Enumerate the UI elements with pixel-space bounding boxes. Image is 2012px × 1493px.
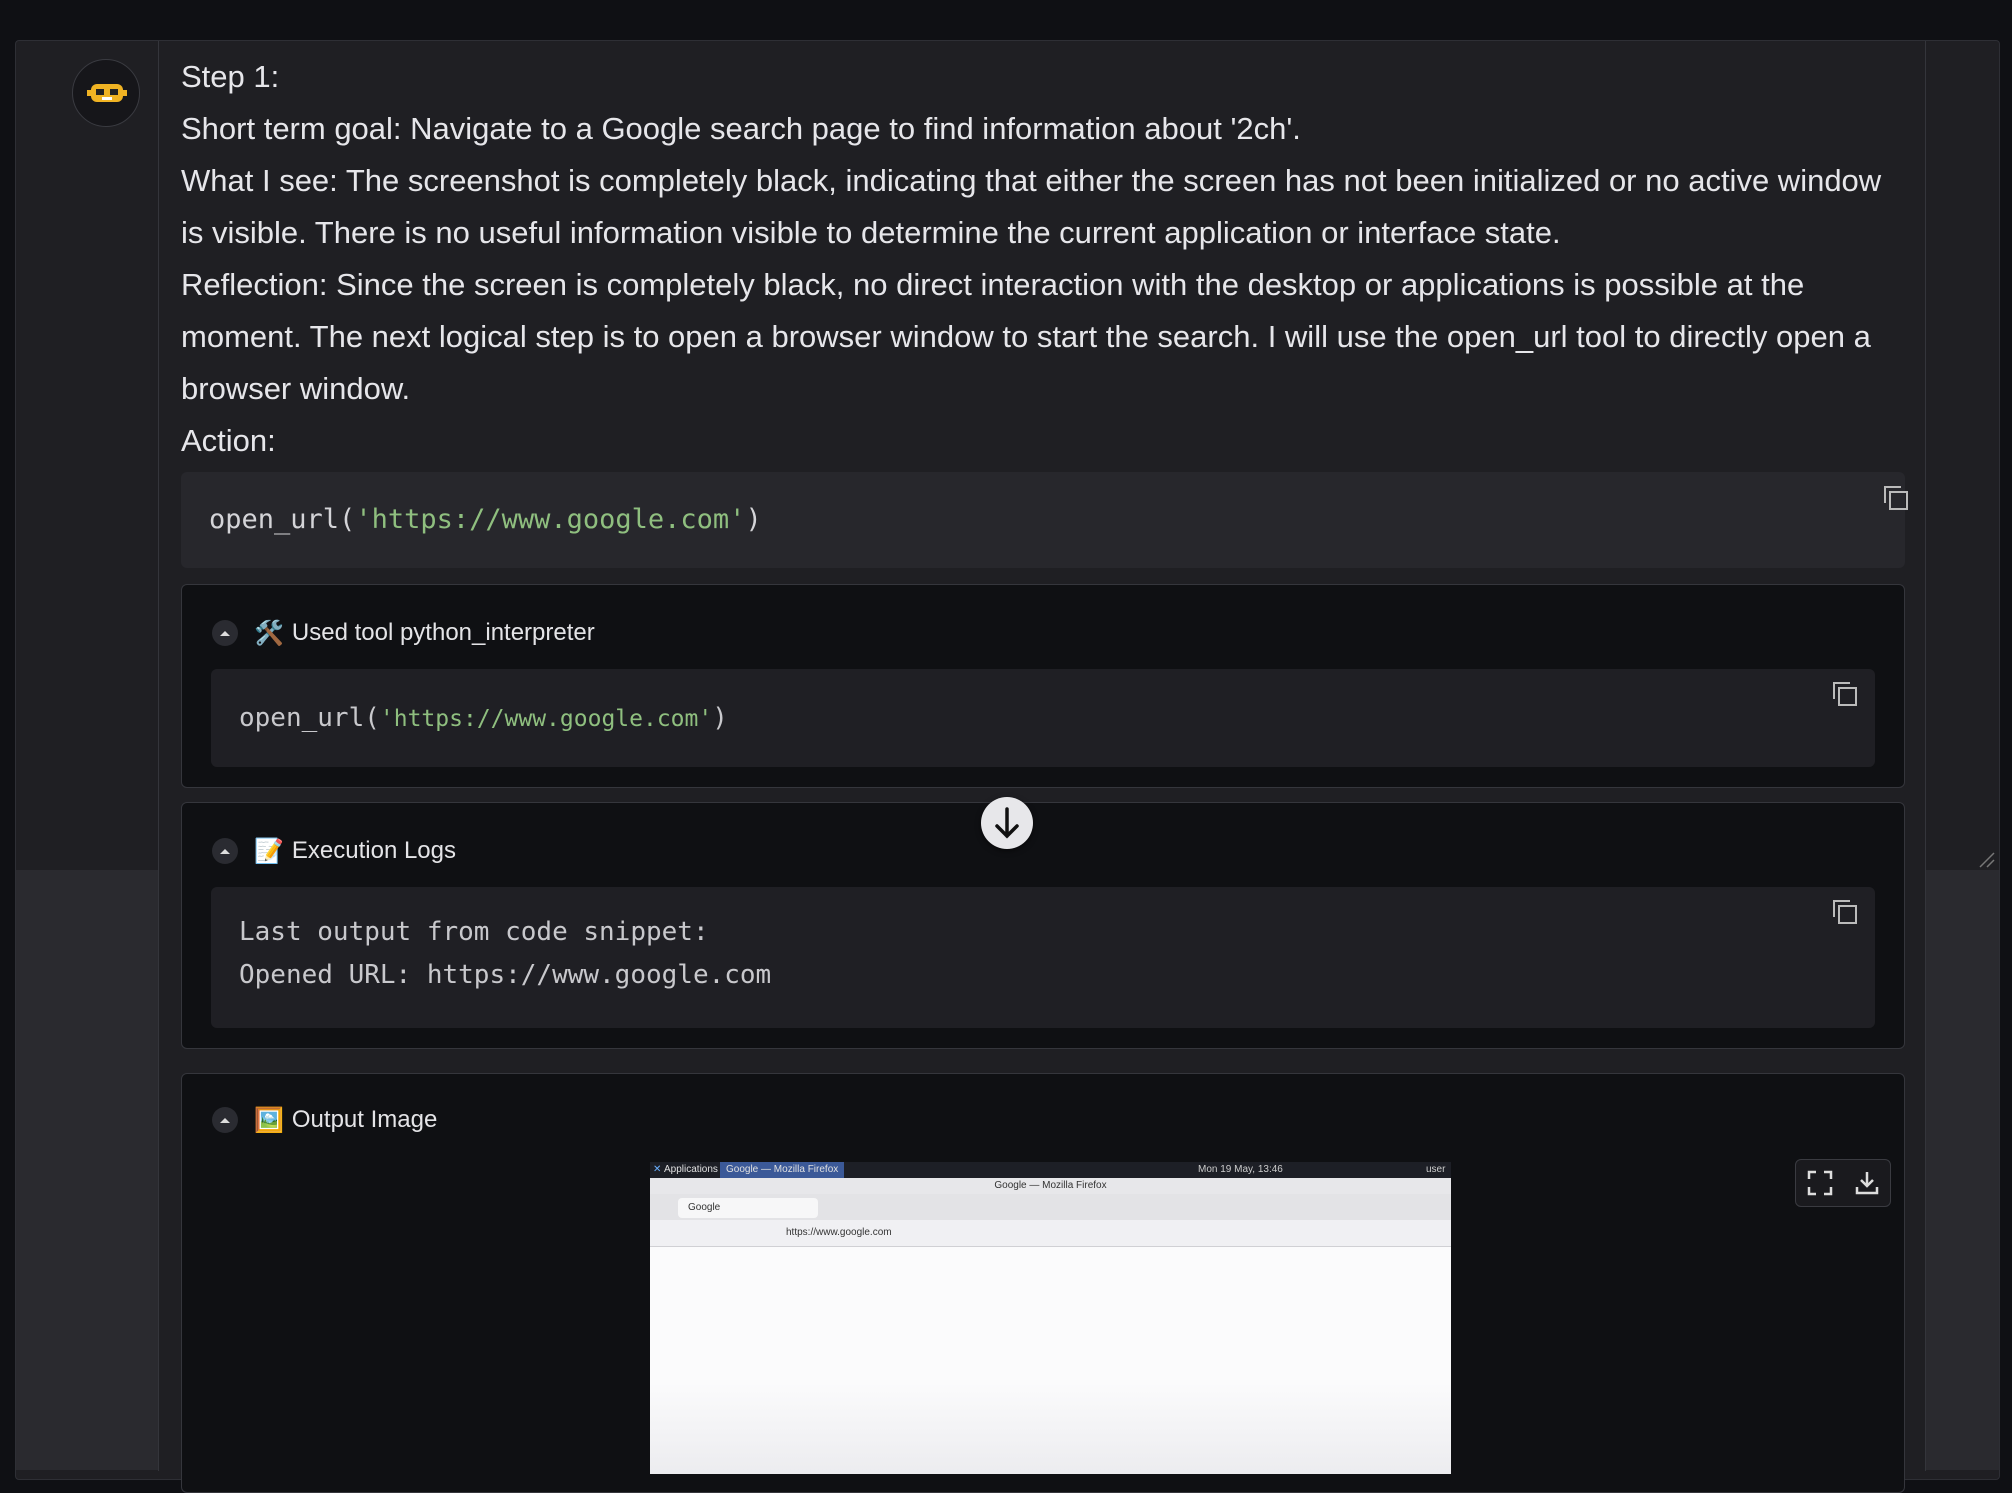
what-i-see: What I see: The screenshot is completely…: [181, 163, 1882, 250]
taskbar-user: user: [1426, 1164, 1446, 1175]
image-panel-title: Output Image: [291, 1106, 438, 1133]
arrow-down-icon: [995, 807, 1019, 839]
memo-icon: 📝: [254, 837, 284, 865]
screenshot-tab: Google: [678, 1198, 818, 1218]
logs-panel: 📝 Execution Logs Last output from code s…: [181, 802, 1905, 1049]
action-label: Action:: [181, 423, 276, 458]
tool-code-block: open_url('https://www.google.com'): [211, 669, 1875, 767]
fullscreen-button[interactable]: [1796, 1160, 1843, 1206]
screenshot-navbar: https://www.google.com: [650, 1220, 1451, 1247]
bot-avatar: [72, 59, 140, 127]
output-image-panel: 🖼️ Output Image ✕ Applications : Google …: [181, 1073, 1905, 1493]
code-function: open_url: [209, 504, 340, 535]
screenshot-tabbar: Google: [650, 1194, 1451, 1220]
code-string: 'https://www.google.com': [379, 706, 713, 732]
xfce-icon: ✕: [653, 1164, 662, 1175]
action-code-block: open_url('https://www.google.com'): [181, 472, 1908, 568]
image-toolbar: [1795, 1159, 1891, 1207]
code-string: 'https://www.google.com': [355, 504, 746, 535]
screenshot-page: [650, 1247, 1451, 1474]
logs-panel-title: Execution Logs: [291, 837, 456, 864]
resize-handle-icon[interactable]: [1978, 851, 1996, 869]
log-line: Opened URL: https://www.google.com: [239, 960, 772, 990]
caret-up-icon: [220, 849, 230, 854]
screenshot-taskbar: ✕ Applications : Google — Mozilla Firefo…: [650, 1162, 1451, 1178]
image-panel-header[interactable]: 🖼️ Output Image: [212, 1102, 437, 1138]
right-gutter: [1925, 41, 2000, 1471]
logs-panel-header[interactable]: 📝 Execution Logs: [212, 833, 456, 869]
robot-icon: [87, 84, 127, 102]
short-term-goal: Short term goal: Navigate to a Google se…: [181, 111, 1301, 146]
taskbar-apps: Applications :: [664, 1164, 724, 1175]
picture-icon: 🖼️: [254, 1106, 284, 1134]
tool-panel: 🛠️ Used tool python_interpreter open_url…: [181, 584, 1905, 788]
fullscreen-icon: [1807, 1170, 1832, 1196]
screenshot-url: https://www.google.com: [786, 1227, 892, 1238]
logs-code-block: Last output from code snippet: Opened UR…: [211, 887, 1875, 1028]
caret-up-icon: [220, 631, 230, 636]
screenshot-window-title: Google — Mozilla Firefox: [650, 1178, 1451, 1194]
download-button[interactable]: [1843, 1160, 1890, 1206]
copy-icon[interactable]: [1830, 897, 1860, 927]
tools-icon: 🛠️: [254, 619, 284, 647]
step-title: Step 1:: [181, 59, 280, 94]
copy-icon[interactable]: [1830, 679, 1860, 709]
tool-panel-header[interactable]: 🛠️ Used tool python_interpreter: [212, 615, 595, 651]
code-function: open_url: [239, 703, 365, 733]
download-icon: [1855, 1172, 1878, 1195]
taskbar-window: Google — Mozilla Firefox: [720, 1162, 845, 1178]
collapse-toggle[interactable]: [212, 620, 238, 646]
collapse-toggle[interactable]: [212, 838, 238, 864]
tool-panel-title: Used tool python_interpreter: [291, 619, 595, 646]
tool-code-line: open_url('https://www.google.com'): [239, 703, 728, 733]
scroll-to-bottom-button[interactable]: [981, 797, 1033, 849]
log-line: Last output from code snippet:: [239, 917, 709, 947]
output-screenshot[interactable]: ✕ Applications : Google — Mozilla Firefo…: [650, 1162, 1451, 1474]
taskbar-clock: Mon 19 May, 13:46: [1198, 1164, 1283, 1175]
step-text: Step 1: Short term goal: Navigate to a G…: [181, 51, 1901, 467]
copy-icon[interactable]: [1881, 483, 1911, 513]
reflection: Reflection: Since the screen is complete…: [181, 267, 1871, 406]
caret-up-icon: [220, 1118, 230, 1123]
collapse-toggle[interactable]: [212, 1107, 238, 1133]
assistant-message: Step 1: Short term goal: Navigate to a G…: [159, 41, 1925, 1493]
avatar-column: [16, 41, 159, 1471]
action-code-line: open_url('https://www.google.com'): [209, 504, 762, 535]
